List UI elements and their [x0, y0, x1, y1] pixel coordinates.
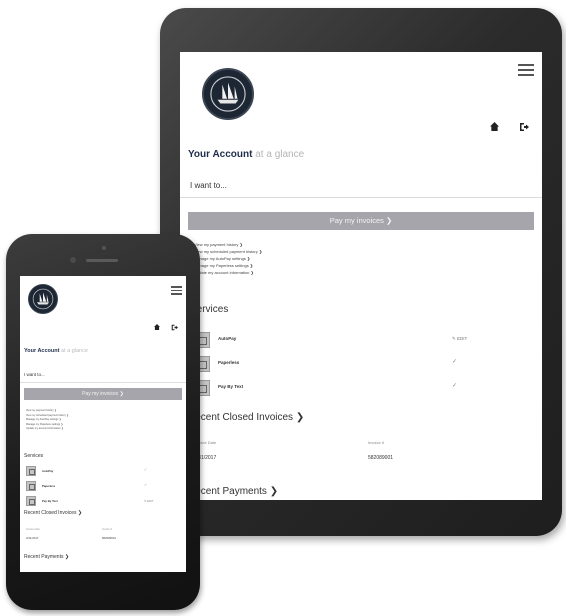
- check-icon: ✓: [452, 359, 458, 365]
- service-icon: [26, 466, 36, 476]
- logout-icon[interactable]: [171, 324, 178, 331]
- pay-invoices-button[interactable]: Pay my invoices ❯: [24, 388, 182, 400]
- check-icon: ✓: [144, 482, 148, 487]
- link-payment-history[interactable]: View my payment history ❯: [194, 241, 262, 248]
- phone-device: Your Account at a glance I want to... Pa…: [6, 234, 200, 610]
- home-icon[interactable]: [490, 122, 499, 131]
- recent-payments-heading[interactable]: Recent Payments ❯: [188, 486, 278, 497]
- link-autopay-settings[interactable]: Manage my AutoPay settings ❯: [194, 255, 262, 262]
- recent-closed-invoices-heading[interactable]: Recent Closed Invoices ❯: [188, 412, 304, 423]
- service-row-paperless[interactable]: Paperless ✓: [190, 356, 534, 374]
- service-row-autopay[interactable]: AutoPay ✓: [24, 466, 182, 478]
- link-scheduled-payment-history[interactable]: View my scheduled payment history ❯: [194, 248, 262, 255]
- service-icon: [26, 496, 36, 506]
- service-name: Pay By Text: [42, 499, 58, 503]
- home-icon[interactable]: [154, 324, 160, 330]
- check-icon: ✓: [144, 467, 148, 472]
- logout-icon[interactable]: [519, 122, 529, 132]
- service-row-pay-by-text[interactable]: Pay By Text ✎ EDIT: [24, 496, 182, 508]
- pay-invoices-button[interactable]: Pay my invoices ❯: [188, 212, 534, 230]
- divider: [180, 197, 542, 198]
- ship-logo-icon[interactable]: [202, 68, 254, 120]
- invoice-number-cell[interactable]: 582089001: [102, 536, 116, 540]
- service-name: AutoPay: [218, 336, 237, 341]
- recent-payments-heading[interactable]: Recent Payments ❯: [24, 554, 69, 560]
- column-header-invoice-number: Invoice #: [368, 440, 385, 445]
- column-header-invoice-number: Invoice #: [102, 528, 113, 531]
- i-want-to-label: I want to...: [190, 181, 227, 190]
- divider: [20, 382, 186, 383]
- front-camera: [70, 257, 76, 263]
- tablet-device: Your Account at a glance I want to... Pa…: [160, 8, 562, 536]
- service-row-paperless[interactable]: Paperless ✓: [24, 481, 182, 493]
- page-title-subtitle: at a glance: [60, 348, 88, 354]
- column-header-invoice-date: Invoice Date: [26, 528, 40, 531]
- service-name: Paperless: [42, 484, 56, 488]
- page-title: Your Account at a glance: [24, 348, 88, 354]
- proximity-sensor: [102, 246, 106, 250]
- i-want-to-label: I want to...: [24, 372, 45, 377]
- link-account-information[interactable]: Update my account information ❯: [26, 427, 69, 432]
- quick-links: View my payment history ❯ View my schedu…: [194, 241, 262, 276]
- invoice-number-cell[interactable]: 582089001: [368, 455, 393, 461]
- page-title: Your Account at a glance: [188, 149, 304, 160]
- page-title-main: Your Account: [24, 348, 60, 354]
- invoice-date-cell: 3/31/2017: [26, 536, 39, 540]
- edit-link[interactable]: ✎ EDIT: [144, 499, 154, 503]
- page-title-subtitle: at a glance: [255, 149, 305, 160]
- recent-closed-invoices-heading[interactable]: Recent Closed Invoices ❯: [24, 510, 82, 516]
- service-row-autopay[interactable]: AutoPay ✎ EDIT: [190, 332, 534, 350]
- earpiece-speaker: [86, 259, 118, 262]
- hamburger-menu-icon[interactable]: [171, 286, 182, 297]
- phone-screen: Your Account at a glance I want to... Pa…: [20, 276, 186, 572]
- hamburger-menu-icon[interactable]: [518, 64, 534, 79]
- link-paperless-settings[interactable]: Manage my Paperless settings ❯: [194, 262, 262, 269]
- edit-link[interactable]: ✎ EDIT: [452, 336, 467, 342]
- page-title-main: Your Account: [188, 149, 253, 160]
- service-icon: [26, 481, 36, 491]
- service-row-pay-by-text[interactable]: Pay By Text ✓: [190, 380, 534, 398]
- ship-logo-icon[interactable]: [28, 284, 58, 314]
- check-icon: ✓: [452, 383, 458, 389]
- service-name: Pay By Text: [218, 384, 244, 389]
- tablet-screen: Your Account at a glance I want to... Pa…: [180, 52, 542, 500]
- quick-links: View my payment history ❯ View my schedu…: [26, 409, 69, 432]
- service-name: Paperless: [218, 360, 240, 365]
- services-heading: Services: [24, 453, 44, 459]
- link-account-information[interactable]: Update my account information ❯: [194, 269, 262, 276]
- service-name: AutoPay: [42, 469, 54, 473]
